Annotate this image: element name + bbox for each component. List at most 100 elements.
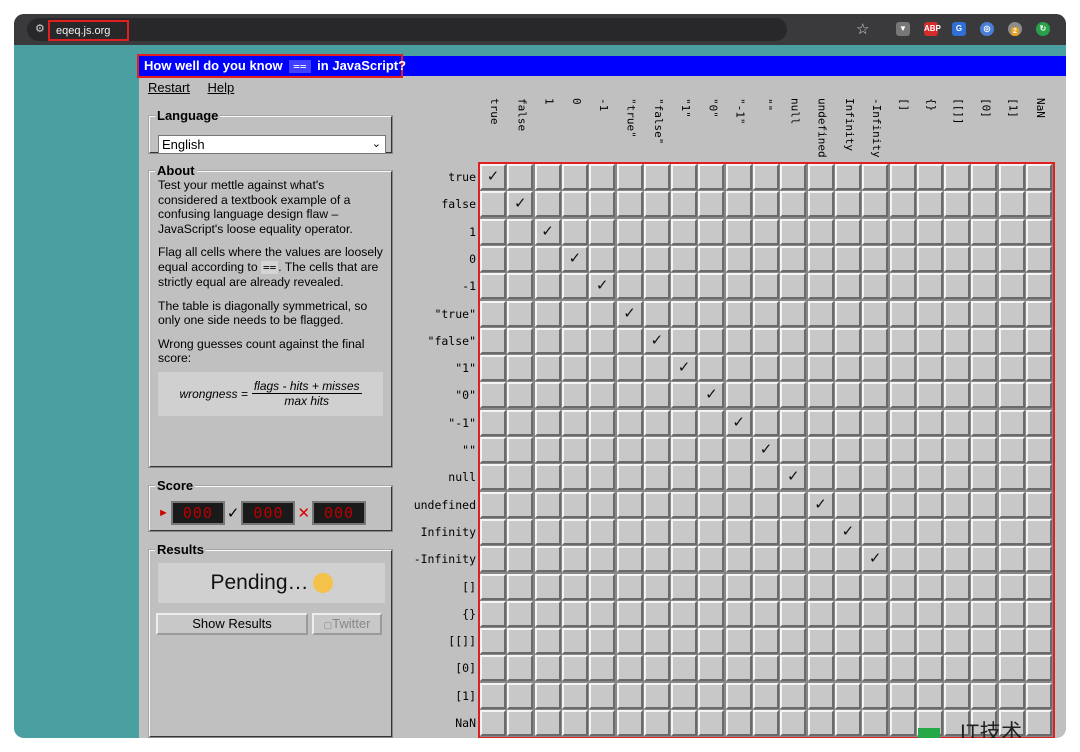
translate-icon[interactable]: G [952,22,966,36]
grid-cell[interactable] [616,327,643,354]
grid-cell[interactable] [753,600,779,627]
grid-cell[interactable] [889,518,916,545]
grid-cell[interactable] [534,273,561,300]
grid-cell[interactable] [589,300,616,327]
grid-cell[interactable] [534,327,561,354]
grid-cell[interactable] [589,546,616,573]
grid-cell[interactable] [862,164,889,190]
grid-cell[interactable] [807,164,834,190]
grid-cell[interactable] [753,710,779,736]
grid-cell-checked[interactable]: ✓ [561,245,588,272]
grid-cell[interactable] [998,164,1025,190]
grid-cell[interactable] [507,327,534,354]
grid-cell[interactable] [616,437,643,463]
grid-cell[interactable] [616,164,643,190]
grid-cell[interactable] [971,164,998,190]
grid-cell[interactable] [971,218,998,245]
grid-cell[interactable] [834,655,861,682]
grid-cell[interactable] [753,382,779,409]
grid-cell[interactable] [534,655,561,682]
grid-cell[interactable] [1026,409,1052,436]
grid-cell[interactable] [753,655,779,682]
grid-cell[interactable] [916,245,943,272]
grid-cell[interactable] [753,191,779,218]
grid-cell[interactable] [998,682,1025,709]
grid-cell[interactable] [534,600,561,627]
grid-cell[interactable] [834,245,861,272]
abp-icon[interactable]: ABP [924,22,941,36]
address-bar[interactable]: ⚙ eqeq.js.org [27,18,787,41]
grid-cell[interactable] [698,355,725,382]
grid-cell[interactable] [534,355,561,382]
grid-cell[interactable] [561,300,588,327]
grid-cell[interactable] [944,546,971,573]
grid-cell[interactable] [834,273,861,300]
grid-cell[interactable] [589,191,616,218]
grid-cell[interactable] [753,273,779,300]
grid-cell[interactable] [507,273,534,300]
grid-cell[interactable] [889,655,916,682]
grid-cell[interactable] [834,355,861,382]
grid-cell[interactable] [753,355,779,382]
grid-cell[interactable] [643,682,670,709]
grid-cell[interactable] [616,355,643,382]
grid-cell[interactable] [561,409,588,436]
grid-cell[interactable] [862,409,889,436]
grid-cell[interactable] [480,710,506,736]
grid-cell[interactable] [561,327,588,354]
grid-cell[interactable] [944,491,971,518]
grid-cell[interactable] [971,409,998,436]
grid-cell[interactable] [643,191,670,218]
grid-cell[interactable] [834,710,861,736]
grid-cell[interactable] [616,273,643,300]
grid-cell[interactable] [507,464,534,491]
grid-cell[interactable] [862,327,889,354]
help-menu-item[interactable]: Help [208,80,235,95]
grid-cell[interactable] [507,628,534,655]
grid-cell[interactable] [589,518,616,545]
grid-cell[interactable] [916,518,943,545]
grid-cell[interactable] [1026,464,1052,491]
grid-cell[interactable] [589,409,616,436]
grid-cell-checked[interactable]: ✓ [534,218,561,245]
grid-cell[interactable] [698,491,725,518]
grid-cell[interactable] [480,464,506,491]
grid-cell[interactable] [753,518,779,545]
grid-cell[interactable] [480,218,506,245]
grid-cell[interactable] [643,164,670,190]
grid-cell[interactable] [807,464,834,491]
grid-cell[interactable] [834,546,861,573]
grid-cell[interactable] [944,300,971,327]
grid-cell-checked[interactable]: ✓ [834,518,861,545]
grid-cell[interactable] [671,655,698,682]
grid-cell[interactable] [589,628,616,655]
grid-cell[interactable] [643,464,670,491]
grid-cell[interactable] [616,546,643,573]
grid-cell-checked[interactable]: ✓ [643,327,670,354]
grid-cell[interactable] [507,546,534,573]
grid-cell[interactable] [643,218,670,245]
grid-cell[interactable] [971,573,998,600]
grid-cell[interactable] [916,437,943,463]
grid-cell[interactable] [1026,518,1052,545]
grid-cell[interactable] [834,628,861,655]
grid-cell[interactable] [725,573,752,600]
grid-cell[interactable] [480,191,506,218]
grid-cell[interactable] [971,382,998,409]
grid-cell[interactable] [698,600,725,627]
grid-cell[interactable] [616,191,643,218]
grid-cell[interactable] [889,546,916,573]
grid-cell[interactable] [480,518,506,545]
grid-cell[interactable] [889,382,916,409]
grid-cell[interactable] [480,491,506,518]
grid-cell[interactable] [862,573,889,600]
grid-cell[interactable] [916,464,943,491]
grid-cell[interactable] [616,464,643,491]
grid-cell[interactable] [753,573,779,600]
grid-cell[interactable] [589,682,616,709]
grid-cell[interactable] [916,655,943,682]
grid-cell[interactable] [480,628,506,655]
grid-cell[interactable] [1026,573,1052,600]
grid-cell[interactable] [507,682,534,709]
grid-cell[interactable] [507,491,534,518]
